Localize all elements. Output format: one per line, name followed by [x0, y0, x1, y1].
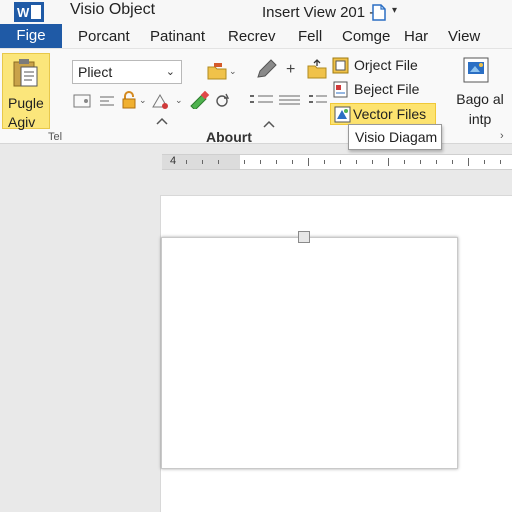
ruler-tick: [356, 160, 357, 164]
ruler-tick: [436, 160, 437, 164]
tab-recrev[interactable]: Recrev: [228, 28, 276, 45]
ruler-tick: [202, 160, 203, 164]
right-insert-button[interactable]: Bago al intp: [454, 89, 506, 129]
document-icon[interactable]: [372, 4, 386, 21]
text-file-icon: [333, 81, 348, 98]
frame-icon[interactable]: [73, 94, 91, 108]
caret-up-icon[interactable]: [155, 116, 169, 126]
ruler-tick: [372, 160, 373, 164]
tab-porcant[interactable]: Porcant: [78, 28, 130, 45]
pen-icon[interactable]: [256, 59, 278, 79]
add-icon[interactable]: +: [286, 61, 295, 79]
vector-files-item[interactable]: Vector Files: [330, 103, 436, 125]
ribbon-tabs: Porcant Patinant Recrev Fell Comge Har V…: [62, 24, 512, 48]
quick-access-dropdown-icon[interactable]: ▾: [392, 5, 397, 16]
rotate-icon[interactable]: [214, 92, 232, 108]
tab-patinant[interactable]: Patinant: [150, 28, 205, 45]
right-button-line2: intp: [468, 111, 492, 127]
object-file-item[interactable]: Orject File: [332, 55, 422, 77]
title-bar: W Visio Object Insert View 201 - ▾: [0, 0, 512, 24]
ruler-tick: [186, 160, 187, 164]
caret-up-icon[interactable]: [262, 119, 276, 129]
app-icon-letter: W: [17, 5, 30, 20]
file-tab[interactable]: Fige: [0, 24, 62, 48]
paste-label-line1: Pugle: [8, 95, 44, 111]
vector-files-label: Vector Files: [353, 106, 427, 122]
beject-file-item[interactable]: Beject File: [332, 79, 422, 101]
tab-har[interactable]: Har: [404, 28, 428, 45]
document-title: Insert View 201 -: [262, 4, 375, 21]
ruler-tick: [452, 160, 453, 164]
horizontal-ruler[interactable]: 4: [162, 154, 512, 170]
lock-dropdown-icon[interactable]: ⌄: [139, 95, 147, 106]
folder-open-icon[interactable]: [207, 62, 227, 80]
group-label-abourt: Abourt: [206, 129, 252, 145]
object-file-icon: [332, 57, 349, 74]
paste-label: Pugle Agiv: [8, 94, 44, 132]
vector-files-icon: [334, 106, 351, 123]
shape-icon[interactable]: [151, 93, 169, 109]
ruler-tick: [218, 160, 219, 164]
insert-folder-icon[interactable]: [307, 59, 327, 79]
tab-fell[interactable]: Fell: [298, 28, 322, 45]
tooltip: Visio Diagam: [348, 124, 442, 150]
beject-file-label: Beject File: [354, 81, 420, 97]
ruler-tick: [388, 158, 389, 166]
picture-insert-icon[interactable]: [462, 56, 492, 84]
ruler-tick: [404, 160, 405, 164]
paste-label-line2: Agiv: [8, 114, 36, 130]
ribbon-collapse-icon[interactable]: ›: [500, 130, 504, 142]
chevron-down-icon[interactable]: ⌄: [166, 65, 175, 78]
ruler-number: 4: [170, 155, 177, 167]
font-name-value: Pliect: [78, 64, 113, 80]
ruler-tick: [260, 160, 261, 164]
ruler-tick: [308, 158, 309, 166]
ruler-tick: [500, 160, 501, 164]
word-app-icon[interactable]: W: [14, 2, 44, 22]
highlighter-icon[interactable]: [188, 91, 210, 109]
ruler-tick: [340, 160, 341, 164]
font-name-combobox[interactable]: Pliect ⌄: [72, 60, 182, 84]
resize-handle[interactable]: [298, 231, 310, 243]
window-title: Visio Object: [70, 1, 156, 18]
object-file-label: Orject File: [354, 57, 418, 73]
tab-view[interactable]: View: [448, 28, 480, 45]
ruler-tick: [292, 160, 293, 164]
indent-icon[interactable]: [308, 93, 328, 107]
ruler-tick: [244, 160, 245, 164]
paste-button[interactable]: Pugle Agiv: [2, 53, 50, 132]
embedded-visio-object[interactable]: [161, 237, 458, 469]
paste-icon: [13, 59, 38, 87]
shape-dropdown-icon[interactable]: ⌄: [175, 95, 183, 106]
lock-icon[interactable]: [120, 91, 138, 109]
ruler-tick: [324, 160, 325, 164]
ruler-tick: [276, 160, 277, 164]
align-icon[interactable]: [99, 94, 115, 108]
ruler-tick: [420, 160, 421, 164]
tab-comge[interactable]: Comge: [342, 28, 390, 45]
group-label-tel: Tel: [48, 131, 63, 143]
ruler-tick: [468, 158, 469, 166]
folder-dropdown-icon[interactable]: ⌄: [229, 66, 237, 77]
right-button-line1: Bago al: [456, 91, 504, 107]
ruler-tick: [484, 160, 485, 164]
list-format-icon[interactable]: [249, 93, 301, 107]
